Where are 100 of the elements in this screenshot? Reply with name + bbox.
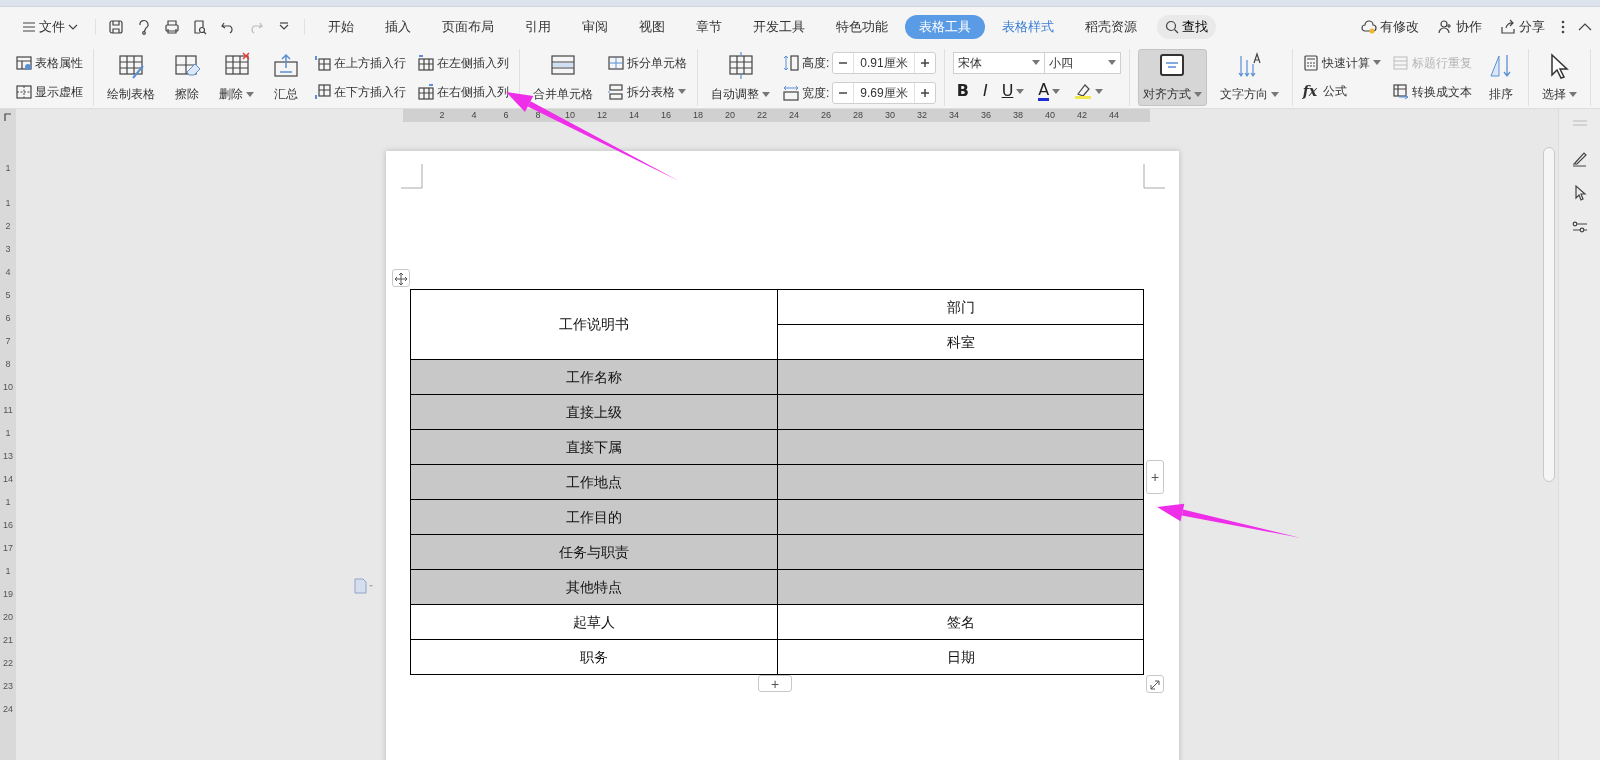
move-icon [394,271,408,286]
ribbon-button[interactable]: 拆分表格 [606,81,689,102]
move-handle[interactable] [392,269,410,287]
formula-icon: fx [1302,80,1318,102]
ribbon-button[interactable]: 在左侧插入列 [416,53,511,74]
table-cell: 工作说明书 [410,289,778,360]
ribbon-button[interactable]: 转换成文本 [1390,81,1474,102]
ribbon-button[interactable]: 显示虚框 [14,81,85,102]
ribbon-button[interactable]: 绘制表格 [102,49,160,106]
ruler-number: 1 [5,426,11,440]
table-cell: 任务与职责 [410,534,778,570]
ruler-number: 24 [788,109,800,122]
table-cell: 直接下属 [410,429,778,465]
ruler-number: 2 [5,219,11,233]
insert-row-above-icon [315,55,331,72]
ruler-number: 38 [1012,109,1024,122]
ribbon-button[interactable]: fx 公式 [1300,79,1383,103]
ruler-number: 11 [3,403,13,417]
print-preview-icon[interactable] [192,19,208,35]
search-button[interactable]: 查找 [1157,15,1216,39]
ribbon-tab[interactable]: 稻壳资源 [1071,15,1151,39]
ruler-tab-icon [4,113,12,121]
action-button[interactable]: 协作 [1434,15,1485,39]
ruler-number: 26 [820,109,832,122]
format-button[interactable]: B [952,79,973,104]
ruler-number: 14 [3,472,13,486]
format-button[interactable]: A [1034,81,1065,101]
ribbon-tab[interactable]: 插入 [371,15,425,39]
more-icon[interactable] [1560,19,1566,35]
ruler-number: 1 [5,564,11,578]
ribbon-tab[interactable]: 表格样式 [988,15,1068,39]
table-cell: 签名 [777,604,1144,640]
spin-field[interactable]: 0.91厘米 [832,51,936,74]
add-column-button[interactable]: + [1146,460,1164,494]
ribbon-button[interactable]: 合并单元格 [528,49,598,106]
ribbon-tab[interactable]: 审阅 [568,15,622,39]
ribbon-button[interactable]: 对齐方式 [1137,49,1207,106]
ribbon-button[interactable]: 删除 [214,49,259,106]
size-select[interactable]: 小四 [1044,51,1121,74]
ribbon-button[interactable]: 在右侧插入列 [416,81,511,102]
caret-icon [1107,60,1116,66]
ribbon-button[interactable]: 文字方向 [1214,49,1284,106]
ribbon-button[interactable]: 选择 [1536,49,1582,106]
ruler-number: 21 [3,633,13,647]
action-button[interactable]: 有修改 [1358,15,1422,39]
table-cell: 工作目的 [410,499,778,535]
repeat-header-icon [1392,55,1409,72]
ruler-number: 4 [5,265,11,279]
caret-icon [1095,88,1104,94]
add-row-button[interactable]: + [758,675,792,692]
ruler-number: 2 [438,109,446,122]
ribbon-tab[interactable]: 特色功能 [822,15,902,39]
ribbon-button[interactable]: 在下方插入行 [313,81,408,102]
ruler-number: 36 [980,109,992,122]
collapse-icon[interactable] [1578,23,1592,31]
ribbon-button[interactable]: 快速计算 [1300,52,1383,73]
ribbon-tab[interactable]: 引用 [511,15,565,39]
file-menu[interactable]: 文件 [8,15,92,39]
ruler-number: 1 [5,495,11,509]
add-user-icon [1437,19,1453,35]
table-properties-icon [16,55,32,72]
ruler-number: 7 [5,334,11,348]
ribbon-button[interactable]: 表格属性 [14,53,85,74]
caret-icon [1270,91,1279,97]
ruler-number: 20 [3,610,13,624]
field-label: 高度: [802,54,830,72]
ribbon-tab[interactable]: 视图 [625,15,679,39]
ribbon-button[interactable]: 排序 [1481,49,1520,106]
ruler-number: 22 [756,109,768,122]
font-select[interactable]: 宋体 [952,51,1045,74]
summary-icon [272,52,300,80]
margin-corner-mark [401,164,423,189]
table-cell: 工作地点 [410,464,778,500]
ribbon-button[interactable]: 拆分单元格 [606,53,689,74]
split-cells-icon [608,55,624,72]
search-icon [1165,20,1179,34]
table-cell: 其他特点 [410,569,778,605]
ribbon-button[interactable]: 擦除 [168,49,206,106]
print-icon[interactable] [164,19,180,35]
table-cell: 起草人 [410,604,778,640]
column-width-icon [783,84,799,101]
convert-to-text-icon [1392,83,1409,100]
action-button[interactable]: 分享 [1497,15,1548,39]
ruler-number: 14 [628,109,640,122]
caret-icon [1193,91,1202,97]
spin-field[interactable]: 9.69厘米 [832,81,936,104]
ribbon-tab[interactable]: 章节 [682,15,736,39]
ribbon-tab[interactable]: 页面布局 [428,15,508,39]
ruler-number: 6 [502,109,510,122]
format-button[interactable]: I [978,79,992,104]
ribbon-button[interactable]: 汇总 [267,49,305,106]
ruler-number: 3 [5,242,11,256]
save-icon[interactable] [108,19,124,35]
resize-handle[interactable] [1146,675,1164,693]
ruler-number: 32 [916,109,928,122]
ribbon-tab[interactable]: 开发工具 [739,15,819,39]
ribbon-button[interactable]: 在上方插入行 [313,53,408,74]
ribbon-button[interactable]: 自动调整 [706,49,775,106]
ribbon-tab[interactable]: 开始 [314,15,368,39]
format-button[interactable]: U [997,79,1029,104]
